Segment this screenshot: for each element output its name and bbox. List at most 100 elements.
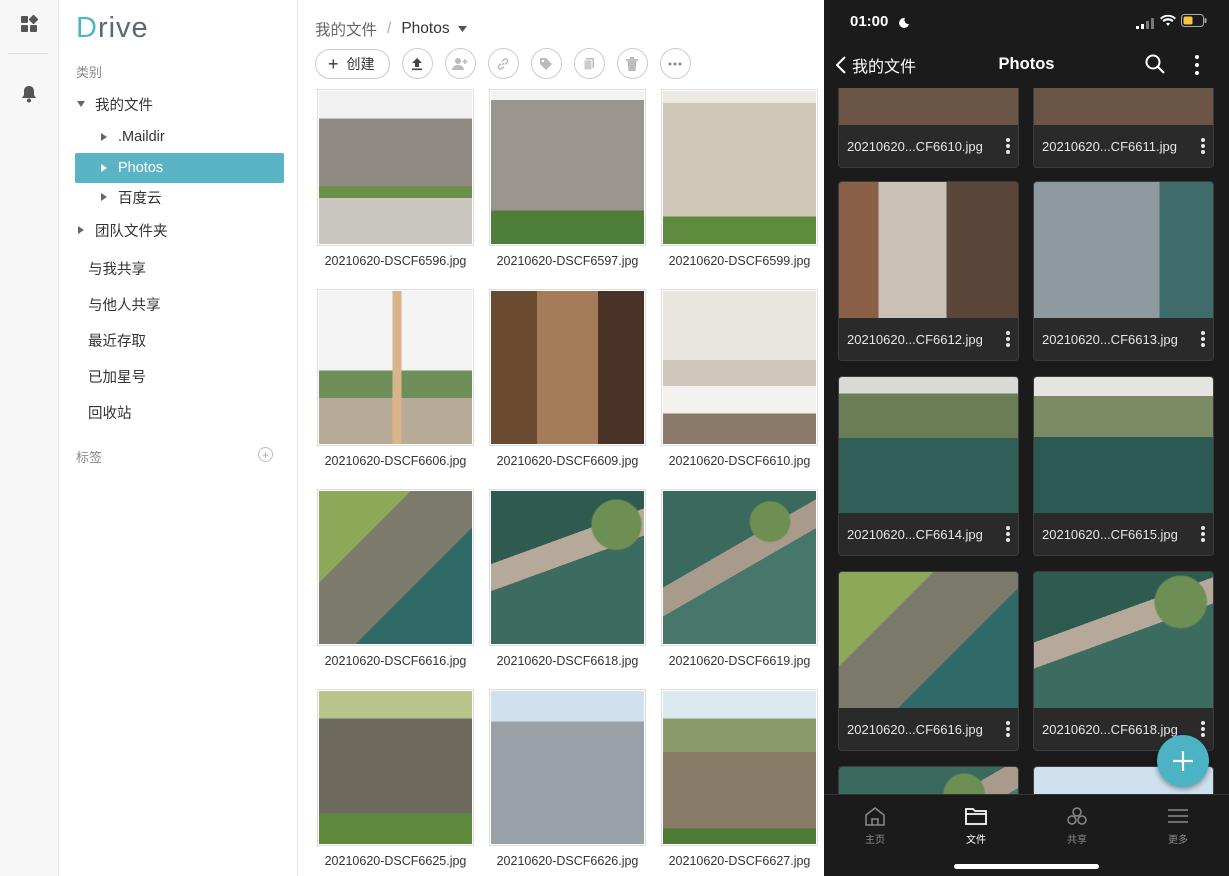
- more-icon[interactable]: [659, 48, 691, 79]
- file-thumbnail[interactable]: [317, 289, 474, 446]
- mobile-file-tile[interactable]: 20210620...CF6618.jpg: [1033, 571, 1214, 751]
- file-tile[interactable]: 20210620-DSCF6606.jpg: [317, 289, 474, 468]
- file-tile[interactable]: 20210620-DSCF6619.jpg: [661, 489, 818, 668]
- mobile-file-tile[interactable]: 20210620...CF6614.jpg: [838, 376, 1019, 556]
- caret-right-icon[interactable]: [98, 162, 110, 174]
- file-thumbnail[interactable]: [839, 377, 1018, 513]
- toolbar: + 创建: [315, 48, 691, 79]
- nav-trash[interactable]: 回收站: [88, 402, 132, 423]
- file-thumbnail[interactable]: [839, 767, 1018, 794]
- file-name: 20210620...CF6611.jpg: [1042, 138, 1177, 154]
- breadcrumb-root[interactable]: 我的文件: [315, 18, 377, 40]
- upload-icon[interactable]: [401, 48, 433, 79]
- file-thumbnail[interactable]: [1034, 182, 1213, 318]
- file-thumbnail[interactable]: [489, 689, 646, 846]
- tree-item-photos[interactable]: Photos: [75, 153, 284, 183]
- caret-down-icon[interactable]: [75, 98, 87, 110]
- tree-item-team-folder[interactable]: 团队文件夹: [75, 215, 284, 245]
- mobile-file-tile[interactable]: 20210620...CF6616.jpg: [838, 571, 1019, 751]
- more-vertical-icon[interactable]: [1201, 721, 1205, 737]
- mobile-file-tile[interactable]: 20210620...CF6611.jpg: [1033, 88, 1214, 168]
- nav-shared-with-me[interactable]: 与我共享: [88, 258, 146, 279]
- file-thumbnail[interactable]: [489, 489, 646, 646]
- file-name: 20210620-DSCF6618.jpg: [496, 654, 639, 668]
- file-thumbnail[interactable]: [317, 89, 474, 246]
- file-thumbnail[interactable]: [839, 88, 1018, 125]
- file-thumbnail[interactable]: [661, 689, 818, 846]
- more-vertical-icon[interactable]: [1006, 526, 1010, 542]
- file-tile[interactable]: 20210620-DSCF6627.jpg: [661, 689, 818, 868]
- copy-icon[interactable]: [573, 48, 605, 79]
- more-vertical-icon[interactable]: [1201, 526, 1205, 542]
- file-name: 20210620...CF6614.jpg: [847, 526, 983, 542]
- bell-icon[interactable]: [0, 72, 58, 116]
- more-vertical-icon[interactable]: [1006, 138, 1010, 154]
- more-vertical-icon[interactable]: [1201, 331, 1205, 347]
- mobile-file-tile[interactable]: [838, 766, 1019, 794]
- file-thumbnail[interactable]: [1034, 88, 1213, 125]
- mobile-file-tile[interactable]: 20210620...CF6615.jpg: [1033, 376, 1214, 556]
- file-tile[interactable]: 20210620-DSCF6626.jpg: [489, 689, 646, 868]
- create-button[interactable]: + 创建: [315, 48, 390, 79]
- more-vertical-icon[interactable]: [1195, 55, 1199, 80]
- tree-item-my-files[interactable]: 我的文件: [75, 89, 284, 119]
- file-tile[interactable]: 20210620-DSCF6609.jpg: [489, 289, 646, 468]
- mobile-file-tile[interactable]: 20210620...CF6612.jpg: [838, 181, 1019, 361]
- breadcrumb-current[interactable]: Photos: [401, 20, 449, 38]
- file-tile[interactable]: 20210620-DSCF6618.jpg: [489, 489, 646, 668]
- tag-icon[interactable]: [530, 48, 562, 79]
- file-tile[interactable]: 20210620-DSCF6625.jpg: [317, 689, 474, 868]
- file-thumbnail[interactable]: [489, 89, 646, 246]
- file-thumbnail[interactable]: [1034, 377, 1213, 513]
- caret-right-icon[interactable]: [75, 224, 87, 236]
- status-bar: 01:00: [824, 0, 1229, 44]
- file-tile[interactable]: 20210620-DSCF6596.jpg: [317, 89, 474, 268]
- category-label: 类别: [76, 65, 103, 80]
- more-vertical-icon[interactable]: [1006, 721, 1010, 737]
- search-icon[interactable]: [1145, 54, 1165, 79]
- link-icon[interactable]: [487, 48, 519, 79]
- file-thumbnail[interactable]: [839, 182, 1018, 318]
- apps-icon[interactable]: [0, 2, 58, 46]
- add-tag-icon[interactable]: +: [258, 447, 273, 462]
- file-tile[interactable]: 20210620-DSCF6610.jpg: [661, 289, 818, 468]
- home-icon: [840, 803, 910, 829]
- tab-more[interactable]: 更多: [1143, 803, 1213, 846]
- tab-home[interactable]: 主页: [840, 803, 910, 846]
- more-vertical-icon[interactable]: [1006, 331, 1010, 347]
- nav-recent[interactable]: 最近存取: [88, 330, 146, 351]
- file-name: 20210620-DSCF6596.jpg: [324, 254, 467, 268]
- mobile-file-tile[interactable]: 20210620...CF6613.jpg: [1033, 181, 1214, 361]
- file-thumbnail[interactable]: [661, 489, 818, 646]
- nav-shared-with-others[interactable]: 与他人共享: [88, 294, 161, 315]
- tree-item-label: 团队文件夹: [95, 223, 168, 240]
- tab-files[interactable]: 文件: [941, 803, 1011, 846]
- sidebar: Drive 类别 我的文件 .Maildir Photos 百度云 团队文件夹 …: [60, 0, 298, 876]
- file-thumbnail[interactable]: [839, 572, 1018, 708]
- file-tile[interactable]: 20210620-DSCF6597.jpg: [489, 89, 646, 268]
- add-fab-button[interactable]: [1157, 735, 1209, 787]
- file-thumbnail[interactable]: [317, 489, 474, 646]
- file-thumbnail[interactable]: [317, 689, 474, 846]
- file-thumbnail[interactable]: [661, 289, 818, 446]
- caret-right-icon[interactable]: [98, 131, 110, 143]
- mobile-file-tile[interactable]: 20210620...CF6610.jpg: [838, 88, 1019, 168]
- more-vertical-icon[interactable]: [1201, 138, 1205, 154]
- moon-icon: [898, 15, 909, 33]
- nav-starred[interactable]: 已加星号: [88, 366, 146, 387]
- file-thumbnail[interactable]: [1034, 572, 1213, 708]
- trash-icon[interactable]: [616, 48, 648, 79]
- file-thumbnail[interactable]: [489, 289, 646, 446]
- tree-item-baiduyun[interactable]: 百度云: [98, 182, 284, 212]
- tab-label: 更多: [1168, 835, 1188, 846]
- file-name: 20210620...CF6616.jpg: [847, 721, 983, 737]
- tree-item-maildir[interactable]: .Maildir: [98, 122, 284, 152]
- caret-right-icon[interactable]: [98, 191, 110, 203]
- file-tile[interactable]: 20210620-DSCF6616.jpg: [317, 489, 474, 668]
- file-thumbnail[interactable]: [661, 89, 818, 246]
- add-user-icon[interactable]: [444, 48, 476, 79]
- tab-share[interactable]: 共享: [1042, 803, 1112, 846]
- file-tile[interactable]: 20210620-DSCF6599.jpg: [661, 89, 818, 268]
- chevron-down-icon[interactable]: [457, 26, 467, 32]
- file-name: 20210620...CF6612.jpg: [847, 331, 983, 347]
